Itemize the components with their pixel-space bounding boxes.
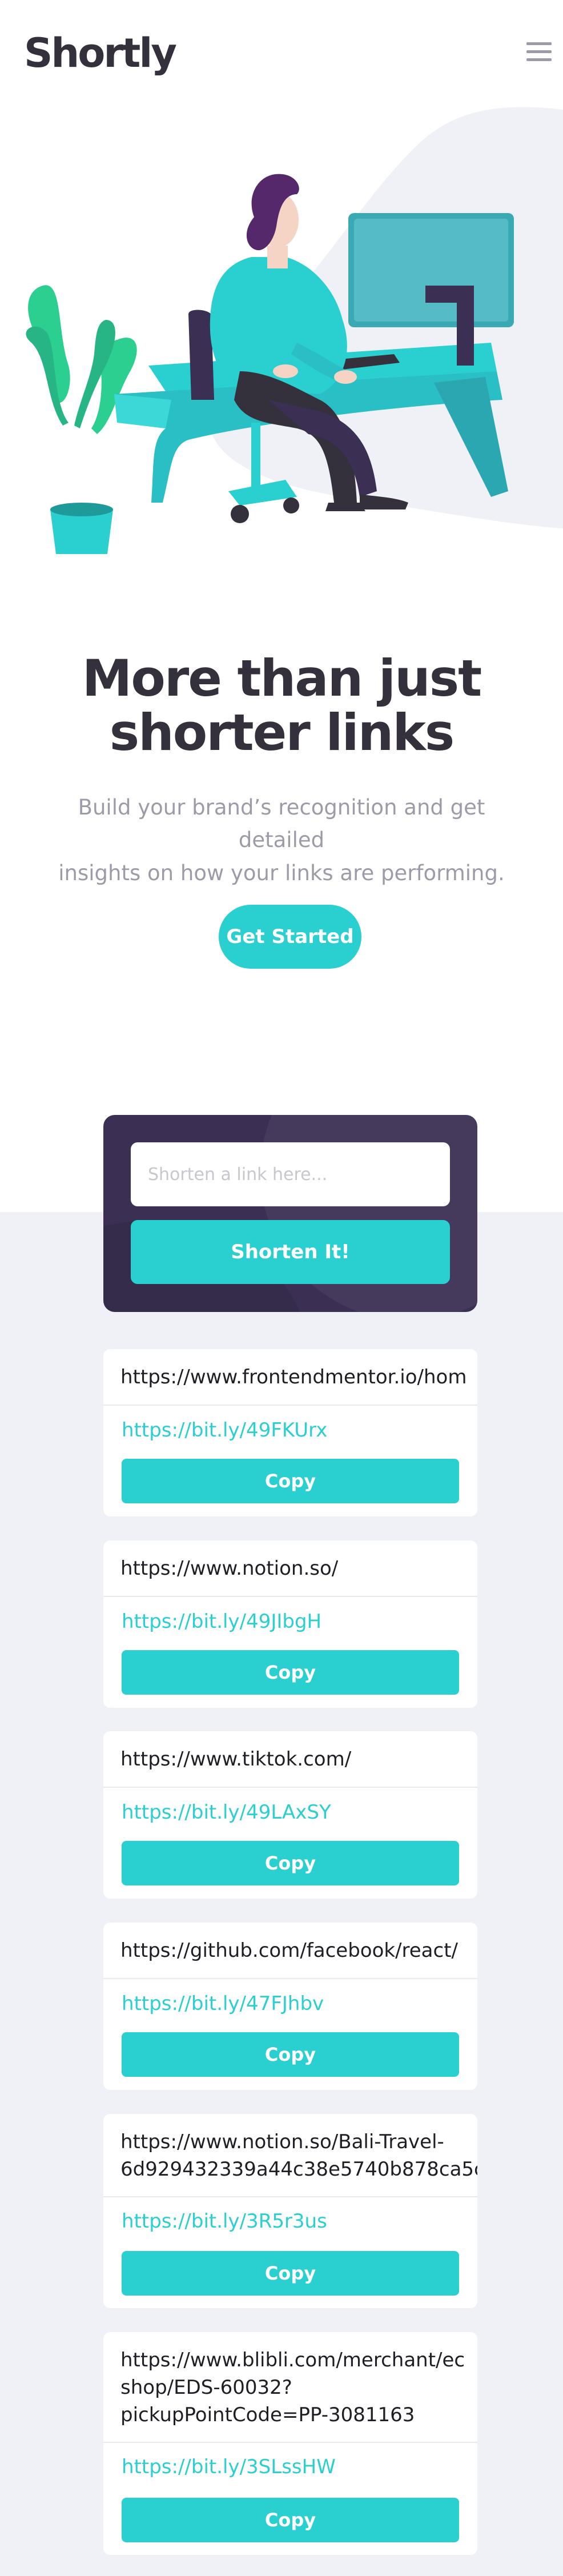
short-url[interactable]: https://bit.ly/3SLssHW xyxy=(122,2455,336,2478)
copy-button[interactable]: Copy xyxy=(122,2498,459,2542)
original-url: https://www.notion.so/ xyxy=(103,1540,477,1597)
copy-button[interactable]: Copy xyxy=(122,1650,459,1695)
hamburger-bar xyxy=(526,58,552,61)
original-url: https://www.blibli.com/merchant/ec shop/… xyxy=(103,2332,477,2443)
hero-subtitle: Build your brand’s recognition and get d… xyxy=(34,791,529,889)
site-header: Shortly xyxy=(0,0,563,114)
hero-subtitle-line: insights on how your links are performin… xyxy=(58,860,505,885)
get-started-button[interactable]: Get Started xyxy=(219,905,361,969)
shorten-it-button[interactable]: Shorten It! xyxy=(131,1220,450,1284)
hamburger-bar xyxy=(526,50,552,53)
result-card: https://www.tiktok.com/ https://bit.ly/4… xyxy=(103,1731,477,1899)
original-url: https://www.notion.so/Bali-Travel- 6d929… xyxy=(103,2114,477,2197)
hamburger-icon[interactable] xyxy=(526,42,552,63)
hero-title-line: shorter links xyxy=(109,703,455,763)
copy-button[interactable]: Copy xyxy=(122,1841,459,1885)
copy-button[interactable]: Copy xyxy=(122,1459,459,1503)
person-working-illustration xyxy=(26,107,563,554)
short-url[interactable]: https://bit.ly/49LAxSY xyxy=(122,1801,331,1824)
hero-subtitle-line: Build your brand’s recognition and get d… xyxy=(78,795,485,853)
result-card: https://github.com/facebook/react/ https… xyxy=(103,1923,477,2090)
shorten-form: Shorten It! xyxy=(103,1115,477,1312)
shorten-link-input[interactable] xyxy=(131,1142,450,1206)
short-url[interactable]: https://bit.ly/3R5r3us xyxy=(122,2210,327,2233)
result-card: https://www.notion.so/Bali-Travel- 6d929… xyxy=(103,2114,477,2308)
original-url: https://www.frontendmentor.io/hom xyxy=(103,1349,477,1406)
short-url[interactable]: https://bit.ly/49JIbgH xyxy=(122,1610,321,1633)
result-card: https://www.frontendmentor.io/hom https:… xyxy=(103,1349,477,1516)
original-url: https://github.com/facebook/react/ xyxy=(103,1923,477,1979)
logo[interactable]: Shortly xyxy=(24,33,177,73)
result-card: https://www.blibli.com/merchant/ec shop/… xyxy=(103,2332,477,2555)
hero-title-line: More than just xyxy=(82,649,482,708)
result-card: https://www.notion.so/ https://bit.ly/49… xyxy=(103,1540,477,1708)
copy-button[interactable]: Copy xyxy=(122,2251,459,2296)
copy-button[interactable]: Copy xyxy=(122,2032,459,2077)
hero-title: More than just shorter links xyxy=(0,651,563,760)
short-url[interactable]: https://bit.ly/47FJhbv xyxy=(122,1992,324,2015)
hamburger-bar xyxy=(526,42,552,45)
original-url: https://www.tiktok.com/ xyxy=(103,1731,477,1788)
short-url[interactable]: https://bit.ly/49FKUrx xyxy=(122,1419,327,1442)
